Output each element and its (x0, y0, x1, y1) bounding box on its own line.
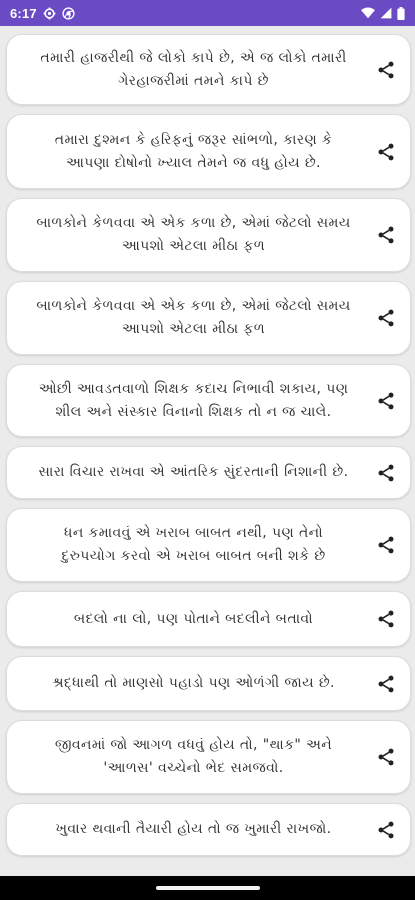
share-icon (378, 536, 394, 554)
navigation-bar (0, 876, 415, 900)
status-bar: 6:17 (0, 0, 415, 26)
share-icon (378, 309, 394, 327)
quote-card[interactable]: તમારા દુશ્મન કે હરિફનું જરૂર સાંભળો, કાર… (6, 114, 411, 189)
signal-icon (380, 7, 392, 19)
share-button[interactable] (374, 389, 398, 413)
share-button[interactable] (374, 461, 398, 485)
quote-line: આપશો એટલા મીઠા ફળ (121, 321, 266, 337)
quote-line: ખુવાર થવાની તૈયારી હોય તો જ ખુમારી રાખજો… (55, 821, 332, 837)
quote-line: સારા વિચાર રાખવા એ આંતરિક સુંદરતાની નિશા… (38, 464, 349, 480)
quote-text: બાળકોને કેળવવા એ એક કળા છે, એમાં જેટલો સ… (23, 295, 364, 341)
quote-line: જીવનમાં જો આગળ વધવું હોય તો, "થાક" અને (54, 737, 333, 753)
quote-line: તમારી હાજરીથી જે લોકો કાપે છે, એ જ લોકો … (40, 49, 347, 66)
quote-line: 'આળસ' વચ્ચેનો ભેદ સમજવો. (103, 760, 284, 776)
quote-card[interactable]: બાળકોને કેળવવા એ એક કળા છે, એમાં જેટલો સ… (6, 281, 411, 355)
quote-text: ધન કમાવવું એ ખરાબ બાબત નથી, પણ તેનો દુરુપ… (23, 522, 364, 568)
share-button[interactable] (374, 533, 398, 557)
quote-line: શ્રદ્ધાથી તો માણસો પહાડો પણ ઓળંગી જાય છે… (52, 675, 335, 691)
status-time: 6:17 (10, 5, 37, 21)
quote-text: તમારા દુશ્મન કે હરિફનું જરૂર સાંભળો, કાર… (23, 129, 364, 175)
share-button[interactable] (374, 607, 398, 631)
quote-line: આપણા દોષોનો ખ્યાલ તેમને જ વધુ હોય છે. (66, 154, 321, 171)
share-button[interactable] (374, 140, 398, 164)
share-button[interactable] (374, 223, 398, 247)
quote-text: તમારી હાજરીથી જે લોકો કાપે છે, એ જ લોકો … (23, 47, 364, 93)
quote-line: ધન કમાવવું એ ખરાબ બાબત નથી, પણ તેનો (64, 525, 323, 541)
quote-line: તમારા દુશ્મન કે હરિફનું જરૂર સાંભળો, કાર… (54, 131, 333, 148)
quote-card[interactable]: જીવનમાં જો આગળ વધવું હોય તો, "થાક" અને 'આ… (6, 720, 411, 794)
share-icon (378, 464, 394, 481)
status-right (361, 6, 405, 20)
quote-list: તમારી હાજરીથી જે લોકો કાપે છે, એ જ લોકો … (6, 34, 411, 865)
share-icon (378, 748, 394, 766)
quote-line: દુરુપયોગ કરવો એ ખરાબ બાબત બની શકે છે (61, 548, 326, 564)
wifi-icon (361, 7, 375, 19)
home-gesture-handle[interactable] (155, 886, 260, 890)
quote-card[interactable]: ઓછી આવડતવાળો શિક્ષક કદાચ નિભાવી શકાય, પણ… (6, 364, 411, 437)
share-icon (378, 61, 394, 78)
quote-line: ગેરહાજરીમાં તમને કાપે છે (118, 72, 269, 89)
quote-text: બાળકોને કેળવવા એ એક કળા છે, એમાં જેટલો સ… (23, 212, 364, 258)
quote-card[interactable]: બાળકોને કેળવવા એ એક કળા છે, એમાં જેટલો સ… (6, 198, 411, 272)
quote-line: ઓછી આવડતવાળો શિક્ષક કદાચ નિભાવી શકાય, પણ (38, 380, 349, 397)
quote-text: જીવનમાં જો આગળ વધવું હોય તો, "થાક" અને 'આ… (23, 734, 364, 780)
share-button[interactable] (374, 58, 398, 82)
quote-line: બાળકોને કેળવવા એ એક કળા છે, એમાં જેટલો સ… (36, 298, 351, 314)
share-button[interactable] (374, 672, 398, 696)
share-icon (378, 610, 394, 628)
chrome-icon (62, 6, 75, 20)
quote-text: શ્રદ્ધાથી તો માણસો પહાડો પણ ઓળંગી જાય છે… (23, 672, 364, 695)
quote-card[interactable]: ખુવાર થવાની તૈયારી હોય તો જ ખુમારી રાખજો… (6, 803, 411, 856)
battery-icon (397, 6, 405, 20)
quote-card[interactable]: ધન કમાવવું એ ખરાબ બાબત નથી, પણ તેનો દુરુપ… (6, 508, 411, 582)
share-button[interactable] (374, 745, 398, 769)
quote-line: બદલો ના લો, પણ પોતાને બદલીને બતાવો (73, 610, 314, 627)
quote-card[interactable]: બદલો ના લો, પણ પોતાને બદલીને બતાવો (6, 591, 411, 647)
share-icon (378, 226, 394, 244)
share-icon (378, 392, 394, 409)
share-icon (378, 675, 394, 692)
status-left: 6:17 (10, 6, 75, 21)
quote-line: આપશો એટલા મીઠા ફળ (121, 238, 266, 254)
share-button[interactable] (374, 306, 398, 330)
share-button[interactable] (374, 818, 398, 842)
quote-text: બદલો ના લો, પણ પોતાને બદલીને બતાવો (23, 608, 364, 631)
quote-line: બાળકોને કેળવવા એ એક કળા છે, એમાં જેટલો સ… (36, 215, 351, 231)
quote-card[interactable]: શ્રદ્ધાથી તો માણસો પહાડો પણ ઓળંગી જાય છે… (6, 656, 411, 711)
share-icon (378, 821, 394, 838)
quote-card[interactable]: સારા વિચાર રાખવા એ આંતરિક સુંદરતાની નિશા… (6, 446, 411, 499)
settings-gear-icon (43, 7, 56, 20)
quote-line: શીલ અને સંસ્કાર વિનાનો શિક્ષક તો ન જ ચાલ… (55, 403, 332, 420)
quote-text: ખુવાર થવાની તૈયારી હોય તો જ ખુમારી રાખજો… (23, 818, 364, 841)
share-icon (378, 143, 394, 160)
quote-card[interactable]: તમારી હાજરીથી જે લોકો કાપે છે, એ જ લોકો … (6, 34, 411, 105)
quote-text: સારા વિચાર રાખવા એ આંતરિક સુંદરતાની નિશા… (23, 461, 364, 484)
quote-text: ઓછી આવડતવાળો શિક્ષક કદાચ નિભાવી શકાય, પણ… (23, 378, 364, 424)
